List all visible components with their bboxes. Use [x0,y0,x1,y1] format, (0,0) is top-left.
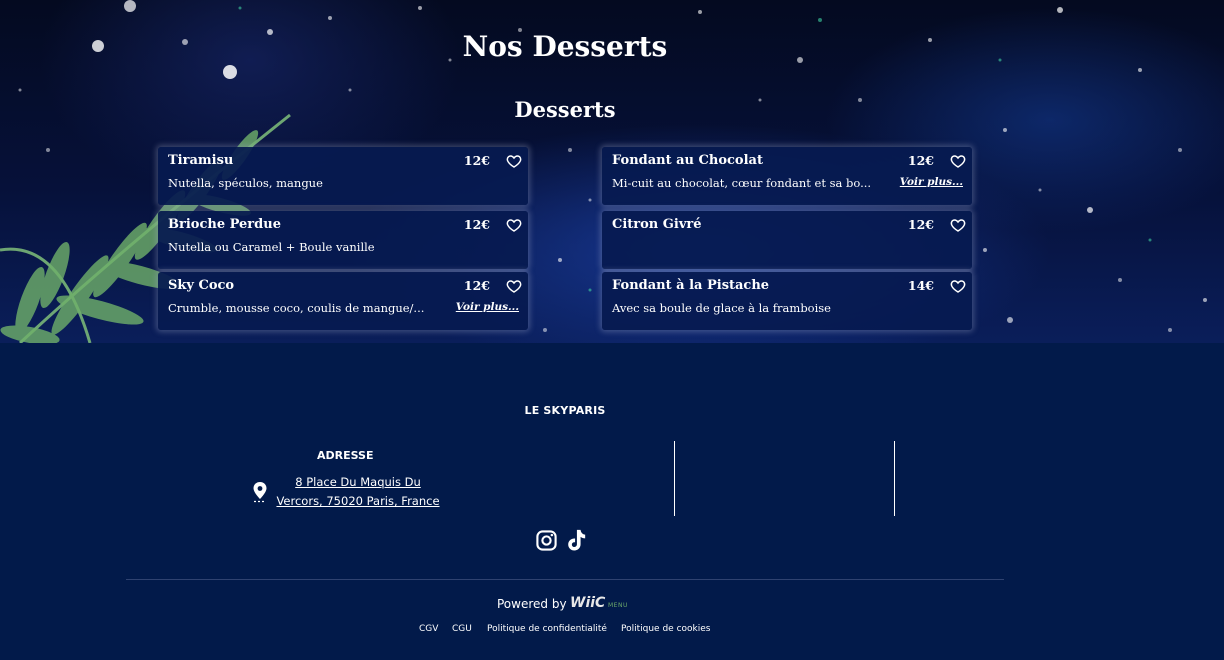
address-line-1: 8 Place Du Maquis Du [295,475,421,489]
cgu-link[interactable]: CGU [452,624,472,634]
item-name: Sky Coco [168,278,235,293]
column-divider [674,441,675,516]
heart-icon[interactable] [950,153,966,169]
section-title: Desserts [514,97,616,122]
heart-icon[interactable] [506,278,522,294]
menu-item-card[interactable]: Tiramisu 12€ Nutella, spéculos, mangue [158,147,528,205]
see-more-link[interactable]: Voir plus... [900,176,963,188]
menu-item-card[interactable]: Fondant au Chocolat 12€ Mi-cuit au choco… [602,147,972,205]
item-name: Tiramisu [168,153,234,168]
item-description: Nutella, spéculos, mangue [168,176,323,190]
column-divider [894,441,895,516]
item-description: Mi-cuit au chocolat, cœur fondant et sa … [612,176,872,190]
item-name: Brioche Perdue [168,217,281,232]
location-pin-icon [253,482,267,503]
heart-icon[interactable] [506,153,522,169]
heart-icon[interactable] [950,217,966,233]
page-title: Nos Desserts [462,30,668,63]
address-heading: ADRESSE [317,449,374,462]
wiic-logo-subtitle: MENU [608,602,628,609]
footer-divider [126,579,1004,580]
menu-item-card[interactable]: Brioche Perdue 12€ Nutella ou Caramel + … [158,211,528,269]
item-price: 12€ [463,217,490,232]
item-description: Crumble, mousse coco, coulis de mangue/.… [168,301,425,315]
menu-item-card[interactable]: Citron Givré 12€ [602,211,972,269]
item-price: 12€ [463,153,490,168]
item-price: 12€ [907,217,934,232]
item-price: 12€ [463,278,490,293]
menu-item-card[interactable]: Sky Coco 12€ Crumble, mousse coco, couli… [158,272,528,330]
address-line-2: Vercors, 75020 Paris, France [276,494,440,508]
item-description: Nutella ou Caramel + Boule vanille [168,240,375,254]
hero-banner: Nos Desserts Desserts Tiramisu 12€ Nutel… [0,0,1224,343]
cookie-policy-link[interactable]: Politique de cookies [621,624,710,634]
heart-icon[interactable] [950,278,966,294]
menu-item-card[interactable]: Fondant à la Pistache 14€ Avec sa boule … [602,272,972,330]
site-footer: LE SKYPARIS ADRESSE 8 Place Du Maquis Du… [0,343,1224,660]
item-description: Avec sa boule de glace à la framboise [612,301,831,315]
item-name: Fondant au Chocolat [612,153,763,168]
privacy-policy-link[interactable]: Politique de confidentialité [487,624,607,634]
address-link[interactable]: 8 Place Du Maquis Du Vercors, 75020 Pari… [272,473,444,511]
item-name: Citron Givré [612,217,702,232]
instagram-icon[interactable] [535,529,558,552]
item-price: 12€ [907,153,934,168]
restaurant-name: LE SKYPARIS [524,404,606,417]
wiic-logo[interactable]: WiiC [570,595,605,611]
item-price: 14€ [907,278,934,293]
tiktok-icon[interactable] [565,528,587,552]
powered-by-text: Powered by [497,597,567,611]
cgv-link[interactable]: CGV [419,624,438,634]
heart-icon[interactable] [506,217,522,233]
see-more-link[interactable]: Voir plus... [456,301,519,313]
item-name: Fondant à la Pistache [612,278,770,293]
